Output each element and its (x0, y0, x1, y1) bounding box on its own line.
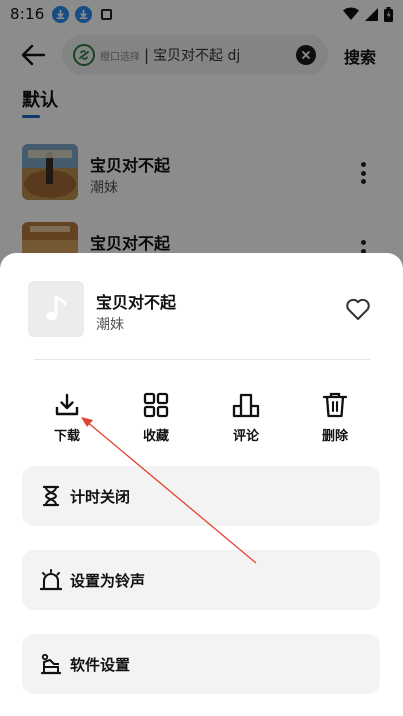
music-note-icon (46, 295, 67, 321)
heart-icon[interactable] (345, 297, 371, 321)
divider (34, 359, 370, 360)
download-label: 下载 (53, 429, 80, 444)
delete-button[interactable]: 删除 (305, 391, 365, 444)
set-ringtone-option[interactable]: 设置为铃声 (22, 550, 380, 610)
sheet-song-title: 宝贝对不起 (96, 293, 177, 312)
app-settings-label: 软件设置 (70, 655, 131, 674)
comment-label: 评论 (232, 429, 259, 444)
hourglass-icon (42, 485, 60, 507)
podium-icon (232, 393, 260, 418)
download-button[interactable]: 下载 (37, 391, 97, 444)
favorite-label: 收藏 (142, 429, 169, 444)
song-placeholder-cover (28, 281, 84, 337)
grid-icon (143, 392, 169, 418)
download-icon (55, 393, 79, 416)
delete-label: 删除 (321, 429, 348, 444)
trash-icon (322, 392, 348, 418)
sheet-song-artist: 潮妹 (96, 317, 124, 333)
timer-close-option[interactable]: 计时关闭 (22, 466, 380, 526)
app-settings-option[interactable]: 软件设置 (22, 634, 380, 694)
song-actions-sheet: 宝贝对不起 潮妹 下载 收藏 评论 删除 计时关闭 设置为铃声 软件设置 (0, 253, 403, 716)
alarm-icon (40, 569, 62, 591)
comment-button[interactable]: 评论 (216, 391, 276, 444)
timer-close-label: 计时关闭 (70, 487, 131, 506)
favorite-button[interactable]: 收藏 (126, 391, 186, 444)
settings-icon (40, 653, 62, 675)
set-ringtone-label: 设置为铃声 (70, 571, 146, 590)
